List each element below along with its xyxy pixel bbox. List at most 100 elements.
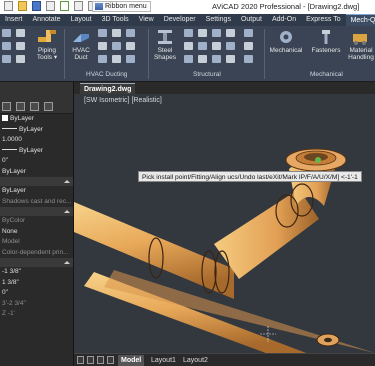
tool-icon[interactable] (98, 29, 107, 37)
tool-icon[interactable] (2, 42, 11, 50)
property-value[interactable]: Shadows cast and rec... (0, 197, 73, 208)
document-tab[interactable]: Drawing2.dwg (80, 83, 136, 94)
property-value[interactable]: ByLayer (0, 146, 73, 157)
palette-section-header[interactable] (0, 258, 73, 267)
hvac-duct-label: HVAC Duct (72, 47, 90, 61)
tool-icon[interactable] (98, 42, 107, 50)
tool-icon[interactable] (226, 29, 235, 37)
first-layout-nav-icon[interactable] (77, 356, 84, 364)
tab-3d-tools[interactable]: 3D Tools (97, 14, 134, 26)
palette-toggle-icon[interactable] (2, 102, 11, 111)
tool-icon[interactable] (126, 29, 135, 37)
title-bar: Ribbon menu AViCAD 2020 Professional - [… (0, 0, 375, 14)
tool-icon[interactable] (16, 29, 25, 37)
tool-icon[interactable] (112, 42, 121, 50)
tool-icon[interactable] (226, 55, 235, 63)
tool-icon[interactable] (198, 55, 207, 63)
tool-icon[interactable] (126, 42, 135, 50)
save-icon[interactable] (32, 1, 41, 11)
tool-icon[interactable] (2, 29, 11, 37)
hvac-duct-button[interactable]: HVAC Duct (68, 28, 94, 61)
group-divider (64, 29, 65, 79)
mechanical-button[interactable]: Mechanical (268, 28, 304, 54)
tool-icon[interactable] (16, 55, 25, 63)
property-value[interactable]: ByColor (0, 216, 73, 227)
tool-icon[interactable] (98, 55, 107, 63)
property-value[interactable]: Color-dependent prin... (0, 248, 73, 259)
steel-shapes-button[interactable]: Steel Shapes (152, 28, 178, 61)
property-value[interactable]: Model (0, 237, 73, 248)
tab-layout1[interactable]: Layout1 (148, 355, 179, 366)
property-value[interactable]: ByLayer (0, 186, 73, 197)
property-text: 1.0000 (2, 136, 22, 143)
property-value[interactable]: -1 3/8" (0, 267, 73, 278)
palette-select-icon[interactable] (16, 102, 25, 111)
group-divider (148, 29, 149, 79)
property-value[interactable]: 1 3/8" (0, 278, 73, 289)
undo-icon[interactable] (74, 1, 83, 11)
last-layout-nav-icon[interactable] (107, 356, 114, 364)
palette-section-header[interactable] (0, 207, 73, 216)
mechanical-label: Mechanical (269, 47, 303, 54)
property-value[interactable]: 1.0000 (0, 135, 73, 146)
tool-icon[interactable] (112, 55, 121, 63)
piping-small-tools (2, 29, 26, 65)
tool-icon[interactable] (244, 55, 253, 63)
property-value[interactable]: Z -1' (0, 309, 73, 320)
tool-icon[interactable] (2, 55, 11, 63)
drawing-viewport[interactable]: [SW Isometric] [Realistic] Pick install … (74, 94, 375, 353)
tool-icon[interactable] (198, 29, 207, 37)
tool-icon[interactable] (126, 55, 135, 63)
piping-tools-button[interactable]: Piping Tools ▾ (32, 28, 62, 61)
tab-view[interactable]: View (134, 14, 159, 26)
material-handling-button[interactable]: Material Handling (344, 28, 375, 61)
new-file-icon[interactable] (4, 1, 13, 11)
tool-icon[interactable] (244, 29, 253, 37)
property-value[interactable]: None (0, 227, 73, 238)
property-value[interactable]: 0" (0, 156, 73, 167)
tool-icon[interactable] (226, 42, 235, 50)
next-layout-nav-icon[interactable] (97, 356, 104, 364)
tab-mech-q[interactable]: Mech-Q (345, 14, 375, 26)
tool-icon[interactable] (244, 42, 253, 50)
tab-layout2[interactable]: Layout2 (180, 355, 211, 366)
checkmark-icon[interactable] (60, 1, 69, 11)
collapse-arrow-icon[interactable] (64, 210, 70, 213)
tab-model[interactable]: Model (118, 355, 145, 366)
property-value[interactable]: 3'-2 3/4" (0, 299, 73, 310)
structural-extra-tools (244, 29, 254, 65)
tab-express-tools[interactable]: Express To (301, 14, 346, 26)
property-value[interactable]: ByLayer (0, 114, 73, 125)
collapse-arrow-icon[interactable] (64, 261, 70, 264)
tab-annotate[interactable]: Annotate (28, 14, 66, 26)
collapse-arrow-icon[interactable] (64, 180, 70, 183)
palette-section-header[interactable] (0, 177, 73, 186)
tool-icon[interactable] (16, 42, 25, 50)
tool-icon[interactable] (212, 55, 221, 63)
property-value[interactable]: ByLayer (0, 125, 73, 136)
tool-icon[interactable] (112, 29, 121, 37)
prev-layout-nav-icon[interactable] (87, 356, 94, 364)
tab-layout[interactable]: Layout (66, 14, 97, 26)
palette-pick-icon[interactable] (44, 102, 53, 111)
fasteners-button[interactable]: Fasteners (308, 28, 344, 54)
ribbon-menu-icon (95, 3, 103, 10)
tab-settings[interactable]: Settings (201, 14, 236, 26)
palette-filter-icon[interactable] (30, 102, 39, 111)
tool-icon[interactable] (184, 29, 193, 37)
property-text: 1 3/8" (2, 278, 19, 286)
tool-icon[interactable] (184, 42, 193, 50)
ribbon-menu-button[interactable]: Ribbon menu (92, 1, 151, 12)
tool-icon[interactable] (184, 55, 193, 63)
tab-output[interactable]: Output (236, 14, 267, 26)
tab-insert[interactable]: Insert (0, 14, 28, 26)
property-value[interactable]: ByLayer (0, 167, 73, 178)
tool-icon[interactable] (212, 29, 221, 37)
tool-icon[interactable] (198, 42, 207, 50)
tab-developer[interactable]: Developer (159, 14, 201, 26)
tool-icon[interactable] (212, 42, 221, 50)
open-folder-icon[interactable] (18, 1, 27, 11)
property-value[interactable]: 0" (0, 288, 73, 299)
print-icon[interactable] (46, 1, 55, 11)
tab-add-on[interactable]: Add-On (267, 14, 301, 26)
